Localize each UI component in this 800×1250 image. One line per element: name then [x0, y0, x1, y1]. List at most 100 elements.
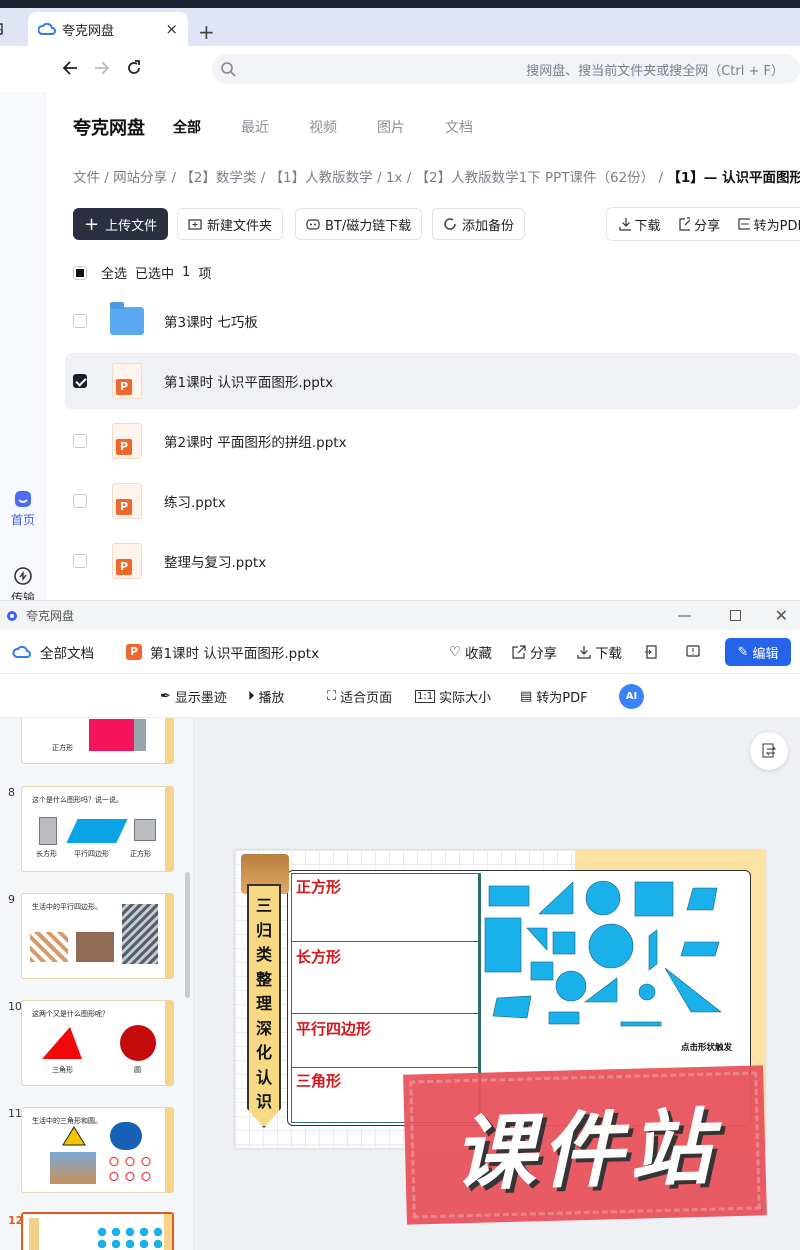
- search-input[interactable]: 搜网盘、搜当前文件夹或搜全网（Ctrl + F）: [212, 54, 800, 84]
- rail-home[interactable]: 首页: [0, 490, 46, 528]
- fit-page-button[interactable]: ⛶ 适合页面: [327, 687, 392, 706]
- row-checkbox[interactable]: [73, 434, 87, 448]
- upload-button[interactable]: + 上传文件: [73, 208, 169, 240]
- preview-file-name: 第1课时 认识平面图形.pptx: [150, 645, 320, 662]
- breadcrumb-item[interactable]: 1x: [386, 170, 403, 186]
- banner-char: 化: [255, 1043, 272, 1062]
- minimize-icon[interactable]: —: [678, 608, 692, 624]
- add-backup-button[interactable]: 添加备份: [432, 208, 526, 240]
- square-shape[interactable]: [634, 881, 674, 917]
- actual-size-label: 实际大小: [439, 691, 492, 706]
- circle-shape[interactable]: [585, 880, 621, 916]
- circle-shape[interactable]: [555, 970, 587, 1002]
- thumb-label: 平行四边形: [74, 850, 109, 858]
- slide-thumbnail-panel: 正方形 8 这个是什么图形吗？说一说。 长方形 平行四边形 正方形 9 生活中的…: [0, 718, 194, 1250]
- collect-button[interactable]: 收藏: [465, 642, 492, 662]
- feedback-icon[interactable]: [686, 644, 700, 659]
- pptx-file-icon: [109, 421, 145, 461]
- refresh-icon[interactable]: [126, 60, 142, 76]
- tab-quark-drive[interactable]: 夸克网盘 ×: [28, 12, 188, 46]
- tab-all[interactable]: 全部: [173, 117, 201, 137]
- breadcrumb-sep: /: [406, 170, 412, 186]
- fit-page-icon: ⛶: [327, 689, 337, 704]
- file-row[interactable]: 练习.pptx: [65, 473, 800, 529]
- edit-button[interactable]: ✎ 编辑: [725, 638, 791, 666]
- rectangle-shape[interactable]: [620, 1021, 662, 1027]
- circle-shape[interactable]: [588, 923, 634, 969]
- banner-char: 识: [255, 1092, 272, 1111]
- triangle-shape[interactable]: [526, 927, 548, 951]
- new-tab-button[interactable]: +: [198, 20, 215, 44]
- row-checkbox[interactable]: [73, 314, 87, 328]
- breadcrumb-item[interactable]: 网站分享: [113, 170, 167, 186]
- category-label: 长方形: [296, 948, 342, 966]
- to-pdf-tool-button[interactable]: ▤ 转为PDF: [520, 687, 588, 706]
- square-shape: [89, 719, 134, 751]
- thumbnail-scrollbar[interactable]: [185, 872, 190, 998]
- to-pdf-button[interactable]: 转为PDF: [754, 215, 800, 234]
- rectangle-shape[interactable]: [484, 917, 522, 973]
- file-row[interactable]: 第3课时 七巧板: [65, 293, 800, 349]
- actual-size-button[interactable]: 1:1 实际大小: [415, 687, 491, 706]
- show-ink-button[interactable]: ✒ 显示墨迹: [160, 687, 227, 706]
- previous-tab[interactable]: [0, 12, 18, 46]
- select-all-checkbox[interactable]: [73, 265, 87, 280]
- new-folder-button[interactable]: 新建文件夹: [177, 208, 284, 240]
- breadcrumb-item[interactable]: 文件: [73, 170, 100, 186]
- square-shape[interactable]: [552, 931, 576, 955]
- ai-assistant-icon[interactable]: AI: [619, 684, 644, 709]
- bt-download-button[interactable]: BT/磁力链下载: [295, 208, 423, 240]
- rectangle-shape[interactable]: [488, 885, 530, 907]
- tab-video[interactable]: 视频: [309, 117, 337, 137]
- open-external-icon[interactable]: [644, 644, 658, 659]
- parallelogram-shape[interactable]: [648, 929, 658, 971]
- slide-thumbnail[interactable]: 生活中的平行四边形。: [21, 893, 174, 979]
- actual-size-icon: 1:1: [415, 690, 436, 703]
- forward-icon[interactable]: [94, 60, 110, 76]
- file-row-selected[interactable]: 第1课时 认识平面图形.pptx: [65, 353, 800, 409]
- back-icon[interactable]: [62, 60, 78, 76]
- breadcrumb-item[interactable]: 【2】人教版数学1下 PPT课件（62份）: [416, 170, 655, 186]
- rail-home-label: 首页: [10, 513, 35, 527]
- pencil-icon: ✎: [737, 644, 749, 660]
- category-label: 正方形: [296, 878, 342, 896]
- breadcrumb-item[interactable]: 【2】数学类: [180, 170, 256, 186]
- warning-sign-icon: [62, 1126, 86, 1146]
- category-label: 三角形: [296, 1072, 342, 1090]
- play-button[interactable]: ⏵ 播放: [248, 687, 285, 706]
- mini-banner: [29, 1218, 39, 1250]
- close-icon[interactable]: ✕: [775, 606, 788, 625]
- slide-thumbnail[interactable]: 生活中的三角形和圆。: [21, 1107, 174, 1193]
- preview-share-button[interactable]: 分享: [530, 642, 557, 662]
- triangle-shape[interactable]: [538, 881, 574, 915]
- share-icon: [678, 217, 691, 231]
- share-button[interactable]: 分享: [694, 215, 720, 234]
- slide-thumbnail[interactable]: 这两个又是什么图形呢？ 三角形 圆: [21, 1000, 174, 1086]
- triangle-shape[interactable]: [584, 977, 618, 1003]
- tab-image[interactable]: 图片: [377, 117, 405, 137]
- tab-doc[interactable]: 文档: [445, 117, 473, 137]
- slide-thumbnail[interactable]: 这个是什么图形吗？说一说。 长方形 平行四边形 正方形: [21, 786, 174, 872]
- maximize-icon[interactable]: [729, 610, 741, 621]
- rectangle-shape[interactable]: [530, 961, 554, 981]
- parallelogram-shape[interactable]: [492, 995, 532, 1019]
- slide-thumbnail-current[interactable]: [21, 1212, 174, 1250]
- download-button[interactable]: 下载: [635, 215, 661, 234]
- triangle-shape[interactable]: [664, 967, 722, 1013]
- parallelogram-shape[interactable]: [686, 887, 718, 911]
- row-checkbox-checked[interactable]: [73, 374, 87, 388]
- rectangle-shape[interactable]: [548, 1011, 580, 1025]
- tab-close-icon[interactable]: ×: [165, 20, 178, 38]
- preview-download-button[interactable]: 下载: [595, 642, 622, 662]
- circle-shape[interactable]: [638, 983, 656, 1001]
- all-docs-link[interactable]: 全部文档: [40, 642, 94, 662]
- breadcrumb-item[interactable]: 【1】人教版数学: [270, 170, 373, 186]
- tab-recent[interactable]: 最近: [241, 117, 269, 137]
- convert-doc-button[interactable]: [750, 732, 788, 770]
- slide-thumbnail[interactable]: 正方形: [21, 718, 174, 764]
- parallelogram-shape[interactable]: [680, 941, 720, 957]
- file-row[interactable]: 整理与复习.pptx: [65, 533, 800, 589]
- row-checkbox[interactable]: [73, 554, 87, 568]
- row-checkbox[interactable]: [73, 494, 87, 508]
- file-row[interactable]: 第2课时 平面图形的拼组.pptx: [65, 413, 800, 469]
